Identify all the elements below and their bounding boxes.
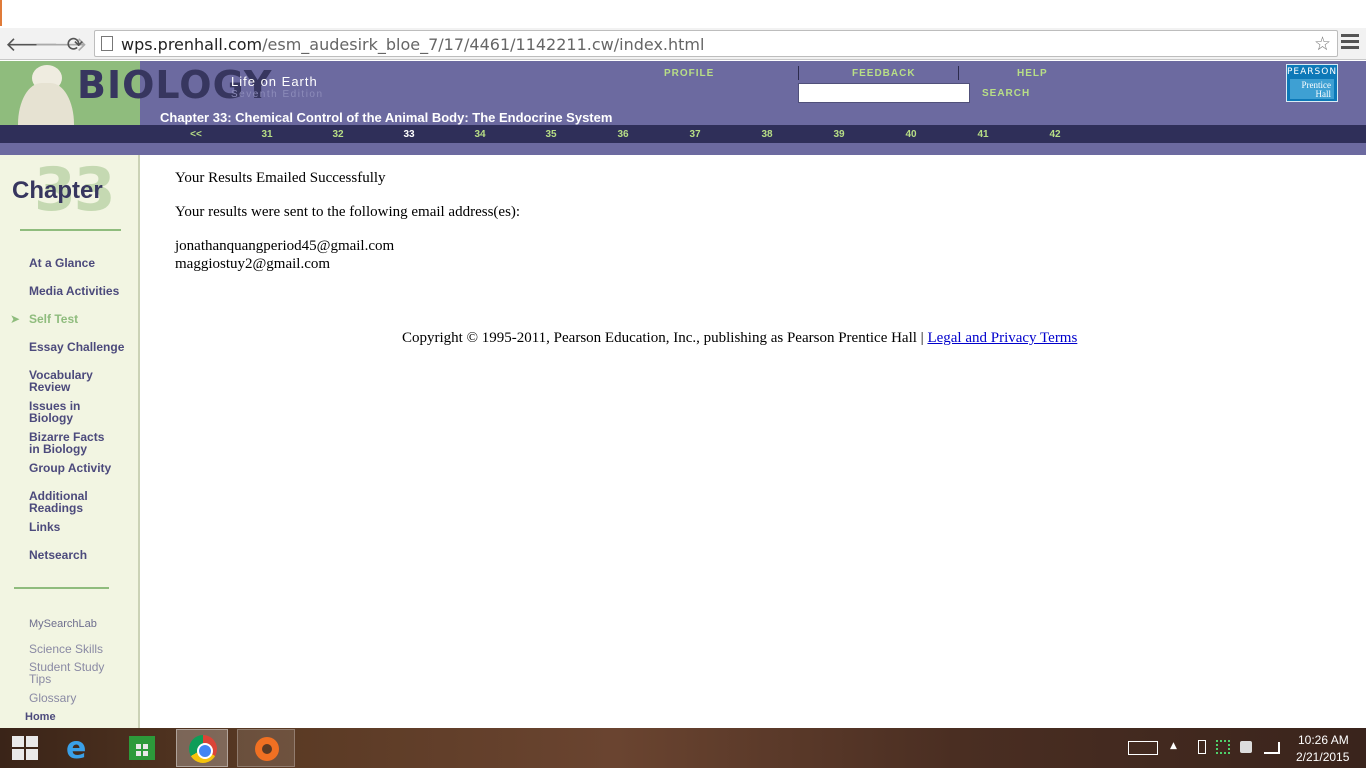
sidebar-item-netsearch[interactable]: Netsearch bbox=[29, 549, 129, 561]
reload-icon[interactable]: ⟳ bbox=[63, 32, 87, 56]
copyright-text: Copyright © 1995-2011, Pearson Education… bbox=[402, 330, 924, 346]
battery-icon[interactable] bbox=[1198, 740, 1206, 754]
sidebar-divider bbox=[14, 587, 109, 589]
email-address: maggiostuy2@gmail.com bbox=[175, 256, 331, 272]
chapter-nav-36[interactable]: 36 bbox=[608, 129, 638, 140]
taskbar: e ▲ 10:26 AM 2/21/2015 bbox=[0, 728, 1366, 768]
sidebar-item-essay-challenge[interactable]: Essay Challenge bbox=[29, 341, 129, 353]
brand-subtitle: Life on Earth bbox=[231, 74, 318, 89]
chapter-nav-31[interactable]: 31 bbox=[252, 129, 282, 140]
search-button[interactable]: SEARCH bbox=[982, 88, 1030, 99]
url-text[interactable]: wps.prenhall.com/esm_audesirk_bloe_7/17/… bbox=[121, 35, 704, 54]
sidebar-chapter-label: Chapter bbox=[12, 177, 103, 204]
help-link[interactable]: HELP bbox=[1017, 68, 1048, 79]
screen: 🡐 🡒 ⟳ wps.prenhall.com/esm_audesirk_bloe… bbox=[0, 0, 1366, 768]
publisher-bottom: Prentice Hall bbox=[1290, 79, 1334, 99]
brand-edition: Seventh Edition bbox=[231, 89, 324, 100]
chapter-nav-42[interactable]: 42 bbox=[1040, 129, 1070, 140]
chrome-menu-icon[interactable] bbox=[1341, 34, 1359, 54]
show-hidden-icons[interactable]: ▲ bbox=[1170, 741, 1177, 751]
address-bar[interactable]: wps.prenhall.com/esm_audesirk_bloe_7/17/… bbox=[94, 30, 1338, 57]
email-address: jonathanquangperiod45@gmail.com bbox=[175, 238, 395, 254]
result-heading: Your Results Emailed Successfully bbox=[175, 170, 386, 186]
sidebar-item-issues-in-biology[interactable]: Issues in Biology bbox=[29, 400, 89, 424]
sidebar-item-additional-readings[interactable]: Additional Readings bbox=[29, 490, 99, 514]
sidebar-item-group-activity[interactable]: Group Activity bbox=[29, 462, 129, 474]
origin-taskbar-button[interactable] bbox=[237, 729, 295, 767]
sidebar-item-links[interactable]: Links bbox=[29, 521, 129, 533]
copyright-footer: Copyright © 1995-2011, Pearson Education… bbox=[402, 330, 1077, 347]
clock-date[interactable]: 2/21/2015 bbox=[1296, 750, 1349, 764]
feedback-link[interactable]: FEEDBACK bbox=[852, 68, 916, 79]
active-arrow-icon: ➤ bbox=[10, 312, 21, 326]
volume-muted-icon[interactable] bbox=[1240, 741, 1252, 753]
chapter-nav-previous[interactable]: << bbox=[181, 129, 211, 140]
legal-privacy-link[interactable]: Legal and Privacy Terms bbox=[927, 330, 1077, 346]
pearson-prentice-hall-logo[interactable]: PEARSON Prentice Hall bbox=[1286, 64, 1338, 102]
sidebar-science-skills[interactable]: Science Skills bbox=[29, 643, 129, 655]
chrome-icon bbox=[189, 735, 217, 763]
search-input[interactable] bbox=[798, 83, 970, 103]
home-link[interactable]: Home bbox=[25, 711, 56, 723]
page-icon bbox=[101, 36, 113, 51]
publisher-top: PEARSON bbox=[1287, 67, 1338, 77]
tab-accent bbox=[0, 0, 2, 26]
sidebar-divider bbox=[20, 229, 121, 231]
touch-keyboard-icon[interactable] bbox=[1128, 741, 1158, 755]
sidebar-item-at-a-glance[interactable]: At a Glance bbox=[29, 257, 129, 269]
profile-link[interactable]: PROFILE bbox=[664, 68, 714, 79]
chapter-title: Chapter 33: Chemical Control of the Anim… bbox=[160, 110, 613, 125]
chapter-nav-39[interactable]: 39 bbox=[824, 129, 854, 140]
clock-time[interactable]: 10:26 AM bbox=[1298, 733, 1349, 747]
sidebar-item-bizarre-facts[interactable]: Bizarre Facts in Biology bbox=[29, 431, 109, 455]
network-signal-icon[interactable] bbox=[1264, 742, 1280, 754]
sidebar-mysearchlab[interactable]: MySearchLab bbox=[29, 618, 129, 630]
header-divider bbox=[798, 66, 799, 80]
sidebar-item-self-test[interactable]: Self Test bbox=[29, 313, 129, 325]
sidebar-glossary[interactable]: Glossary bbox=[29, 692, 129, 704]
sidebar-student-study-tips[interactable]: Student Study Tips bbox=[29, 661, 109, 685]
chapter-nav-37[interactable]: 37 bbox=[680, 129, 710, 140]
url-host: wps.prenhall.com bbox=[121, 35, 263, 54]
sidebar: 33 Chapter ➤ At a Glance Media Activitie… bbox=[0, 155, 140, 728]
windows-start-icon[interactable] bbox=[12, 736, 38, 760]
chrome-taskbar-button[interactable] bbox=[176, 729, 228, 767]
tab-strip bbox=[0, 0, 1366, 28]
sidebar-item-vocabulary-review[interactable]: Vocabulary Review bbox=[29, 369, 124, 393]
forward-arrow-icon[interactable]: 🡒 bbox=[34, 32, 88, 56]
chapter-nav-32[interactable]: 32 bbox=[323, 129, 353, 140]
sidebar-item-media-activities[interactable]: Media Activities bbox=[29, 285, 129, 297]
windows-store-icon[interactable] bbox=[129, 736, 155, 760]
chapter-nav-33[interactable]: 33 bbox=[394, 129, 424, 140]
chapter-nav-38[interactable]: 38 bbox=[752, 129, 782, 140]
origin-icon bbox=[255, 737, 279, 761]
result-intro: Your results were sent to the following … bbox=[175, 204, 521, 220]
chapter-nav-34[interactable]: 34 bbox=[465, 129, 495, 140]
internet-explorer-icon[interactable]: e bbox=[66, 734, 96, 764]
chapter-nav-40[interactable]: 40 bbox=[896, 129, 926, 140]
chapter-nav-35[interactable]: 35 bbox=[536, 129, 566, 140]
header-divider bbox=[958, 66, 959, 80]
bookmark-star-icon[interactable]: ☆ bbox=[1314, 33, 1331, 55]
browser-toolbar: 🡐 🡒 ⟳ wps.prenhall.com/esm_audesirk_bloe… bbox=[0, 28, 1366, 60]
chapter-nav-41[interactable]: 41 bbox=[968, 129, 998, 140]
site-header: BIOLOGY Life on Earth Seventh Edition PR… bbox=[0, 61, 1366, 203]
sync-status-icon[interactable] bbox=[1216, 740, 1230, 754]
back-arrow-icon[interactable]: 🡐 bbox=[5, 32, 59, 56]
url-path: /esm_audesirk_bloe_7/17/4461/1142211.cw/… bbox=[262, 35, 705, 54]
header-bottom-band bbox=[0, 143, 1366, 155]
